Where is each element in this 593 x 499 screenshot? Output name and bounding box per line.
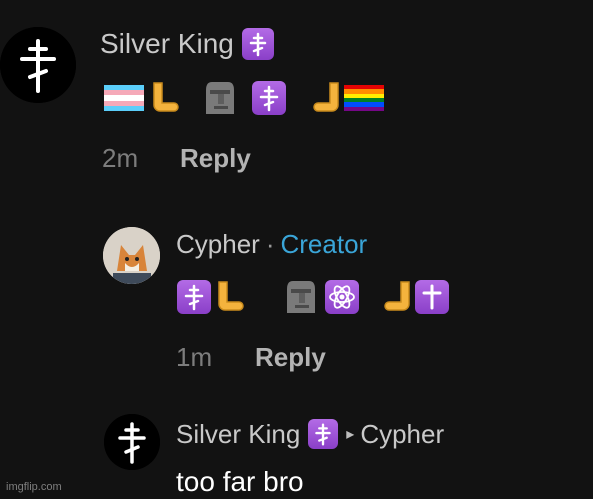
silver-king-avatar[interactable] <box>0 27 76 103</box>
moai-icon <box>204 80 238 116</box>
comment-text: too far bro <box>176 466 304 497</box>
silver-king-avatar[interactable] <box>104 414 160 470</box>
hand-right-icon <box>312 81 344 115</box>
username[interactable]: Silver King <box>100 28 234 60</box>
comment-header: Silver King <box>100 28 274 60</box>
orthodox-cross-icon <box>252 81 286 115</box>
latin-cross-icon <box>415 280 449 314</box>
orthodox-cross-icon <box>104 414 160 470</box>
timestamp: 1m <box>176 342 213 372</box>
reply-to-username[interactable]: Cypher <box>360 419 444 450</box>
comment-meta: 2m Reply <box>102 143 251 174</box>
reply-to-arrow-icon: ▸ <box>346 426 355 443</box>
hand-right-icon <box>383 280 415 314</box>
comment-emoji-row <box>177 279 449 315</box>
username[interactable]: Silver King <box>176 419 300 450</box>
fox-avatar-icon <box>103 227 160 284</box>
transgender-flag-icon <box>104 85 144 111</box>
comment-header: Silver King ▸ Cypher <box>176 418 444 450</box>
separator-dot: · <box>265 228 275 259</box>
rainbow-flag-icon <box>344 85 384 111</box>
comment-meta: 1m Reply <box>176 342 326 373</box>
timestamp: 2m <box>102 143 139 173</box>
username[interactable]: Cypher <box>176 229 260 260</box>
atom-icon <box>325 280 359 314</box>
comment-header: Cypher · Creator <box>176 228 367 260</box>
orthodox-cross-icon <box>0 27 76 103</box>
creator-badge: Creator <box>280 228 368 259</box>
orthodox-cross-badge-icon <box>308 419 339 449</box>
orthodox-cross-icon <box>177 280 211 314</box>
cypher-avatar[interactable] <box>103 227 160 284</box>
hand-left-icon <box>213 280 245 314</box>
reply-button[interactable]: Reply <box>180 143 251 174</box>
moai-icon <box>285 279 319 315</box>
comment-emoji-row <box>104 80 384 116</box>
watermark: imgflip.com <box>6 481 62 493</box>
reply-button[interactable]: Reply <box>255 342 326 373</box>
orthodox-cross-badge-icon <box>241 28 274 60</box>
hand-left-icon <box>148 81 180 115</box>
